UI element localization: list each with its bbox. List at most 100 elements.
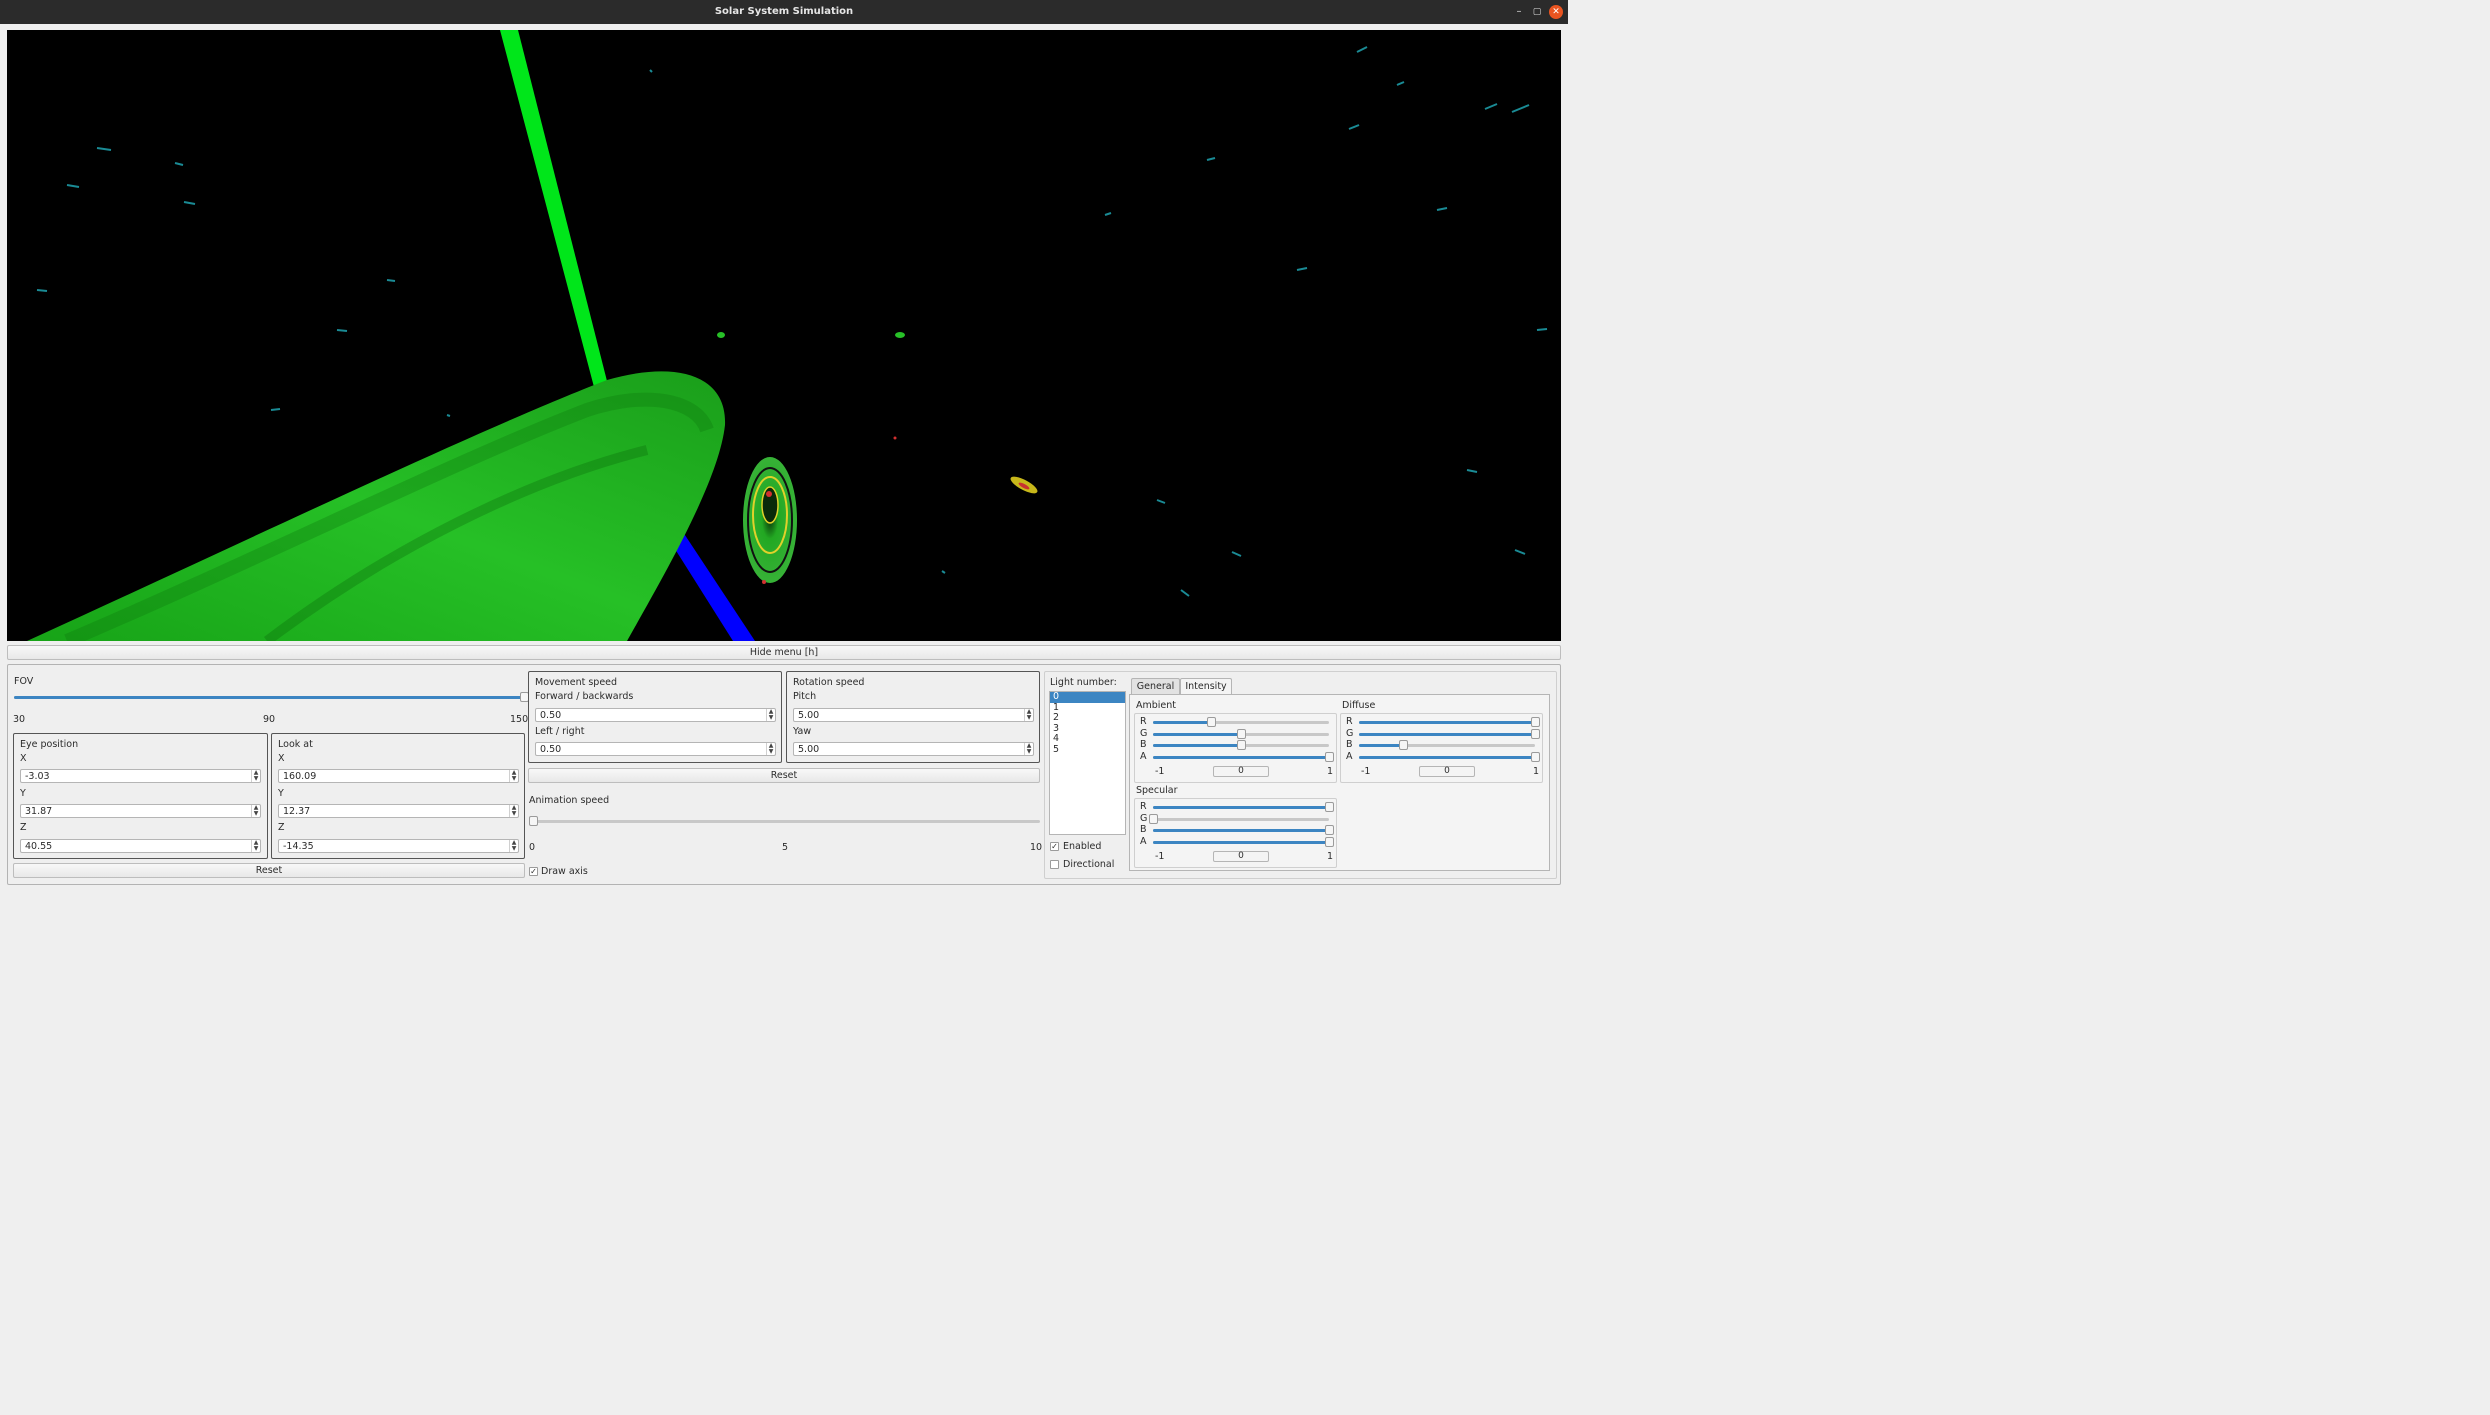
animation-speed-slider[interactable]: [529, 816, 1040, 826]
spin-arrows-icon[interactable]: ▲ ▼: [766, 743, 775, 755]
spin-arrows-icon[interactable]: ▲ ▼: [1024, 709, 1033, 721]
diffuse-box: R G B A -1 0 1: [1340, 713, 1543, 783]
slider-fill: [1359, 721, 1535, 724]
intensity-tab-page: Ambient R G B A -1 0 1 Diffuse R G B A -1 0 1 Specul…: [1129, 694, 1550, 871]
diffuse-b-slider[interactable]: [1359, 740, 1535, 750]
diffuse-a-label: A: [1346, 750, 1353, 762]
eye-position-title: Eye position: [20, 739, 79, 750]
directional-label: Directional: [1063, 859, 1115, 870]
fov-slider[interactable]: [14, 692, 529, 702]
light-list-item[interactable]: 0: [1050, 691, 1125, 703]
directional-checkbox[interactable]: [1050, 860, 1059, 869]
render-viewport[interactable]: [7, 30, 1561, 641]
fov-mid-label: 90: [263, 714, 276, 725]
light-list-item[interactable]: 2: [1050, 713, 1125, 724]
slider-handle[interactable]: [1325, 836, 1334, 847]
look-at-title: Look at: [278, 739, 313, 750]
specular-g-slider[interactable]: [1149, 813, 1329, 824]
specular-r-slider[interactable]: [1153, 802, 1334, 812]
hide-menu-button[interactable]: Hide menu [h]: [7, 645, 1561, 660]
eye-y-spinbox[interactable]: 31.87 ▲ ▼: [20, 804, 261, 818]
diffuse-a-slider[interactable]: [1359, 751, 1540, 762]
pitch-spinbox[interactable]: 5.00 ▲ ▼: [793, 708, 1034, 722]
ambient-g-slider[interactable]: [1153, 728, 1329, 739]
camera-reset-button[interactable]: Reset: [13, 863, 525, 878]
slider-handle[interactable]: [1237, 740, 1246, 750]
ambient-a-slider[interactable]: [1153, 751, 1334, 762]
enabled-checkbox[interactable]: ✓: [1050, 842, 1059, 851]
forward-backwards-label: Forward / backwards: [535, 691, 634, 702]
ambient-b-label: B: [1140, 739, 1147, 750]
slider-fill: [1359, 755, 1535, 759]
movement-speed-group: Movement speed Forward / backwards 0.50 ▲…: [528, 671, 782, 763]
slider-handle[interactable]: [1325, 825, 1334, 835]
spin-arrows-icon[interactable]: ▲ ▼: [509, 840, 518, 852]
eye-z-spinbox[interactable]: 40.55 ▲ ▼: [20, 839, 261, 853]
window-title: Solar System Simulation: [714, 6, 854, 17]
left-right-label: Left / right: [535, 726, 585, 737]
close-icon[interactable]: ✕: [1549, 5, 1563, 19]
animation-max-label: 10: [1030, 842, 1043, 853]
eye-z-label: Z: [20, 822, 27, 833]
ambient-g-label: G: [1140, 727, 1148, 739]
draw-axis-checkbox[interactable]: ✓: [529, 867, 538, 876]
slider-fill: [1153, 755, 1329, 759]
spin-arrows-icon[interactable]: ▲ ▼: [509, 770, 518, 782]
specular-title: Specular: [1136, 785, 1178, 796]
spin-arrows-icon[interactable]: ▲ ▼: [251, 840, 260, 852]
specular-r-label: R: [1140, 801, 1147, 812]
enabled-label: Enabled: [1063, 841, 1102, 852]
tab-general[interactable]: General: [1131, 678, 1180, 695]
slider-handle[interactable]: [1531, 717, 1540, 727]
diffuse-g-slider[interactable]: [1359, 728, 1540, 739]
spin-arrows-icon[interactable]: ▲ ▼: [251, 805, 260, 817]
diffuse-g-label: G: [1346, 727, 1354, 739]
light-list-item[interactable]: 5: [1050, 744, 1125, 756]
specular-b-label: B: [1140, 824, 1147, 835]
light-number-list[interactable]: 012345: [1049, 691, 1126, 835]
ambient-r-slider[interactable]: [1153, 717, 1329, 727]
diffuse-title: Diffuse: [1342, 700, 1376, 711]
specular-b-slider[interactable]: [1153, 825, 1334, 835]
eye-x-label: X: [20, 753, 27, 764]
spin-arrows-icon[interactable]: ▲ ▼: [509, 805, 518, 817]
slider-handle[interactable]: [1531, 751, 1540, 762]
specular-a-slider[interactable]: [1153, 836, 1334, 847]
specular-zero-button[interactable]: 0: [1213, 851, 1269, 862]
left-right-spinbox[interactable]: 0.50 ▲ ▼: [535, 742, 776, 756]
eye-y-label: Y: [20, 788, 26, 799]
slider-handle[interactable]: [1207, 717, 1217, 727]
light-list-item[interactable]: 3: [1050, 723, 1125, 735]
slider-handle[interactable]: [1531, 728, 1540, 739]
forward-backwards-spinbox[interactable]: 0.50 ▲ ▼: [535, 708, 776, 722]
slider-handle[interactable]: [1325, 751, 1334, 762]
specular-max-label: 1: [1327, 851, 1334, 862]
ambient-box: R G B A -1 0 1: [1134, 713, 1337, 783]
maximize-icon[interactable]: ▢: [1530, 5, 1544, 19]
yaw-spinbox[interactable]: 5.00 ▲ ▼: [793, 742, 1034, 756]
movement-speed-title: Movement speed: [535, 677, 618, 688]
ambient-zero-button[interactable]: 0: [1213, 766, 1269, 777]
spin-arrows-icon[interactable]: ▲ ▼: [766, 709, 775, 721]
slider-handle[interactable]: [1399, 740, 1408, 750]
slider-handle[interactable]: [1325, 802, 1334, 812]
slider-handle[interactable]: [1237, 728, 1246, 739]
animation-slider-handle[interactable]: [529, 816, 538, 826]
diffuse-r-slider[interactable]: [1359, 717, 1540, 727]
look-z-spinbox[interactable]: -14.35 ▲ ▼: [278, 839, 519, 853]
slider-handle[interactable]: [1149, 813, 1158, 824]
ambient-b-slider[interactable]: [1153, 740, 1329, 750]
minimize-icon[interactable]: –: [1512, 5, 1526, 19]
rotation-speed-title: Rotation speed: [793, 677, 865, 688]
spin-arrows-icon[interactable]: ▲ ▼: [1024, 743, 1033, 755]
pitch-label: Pitch: [793, 691, 817, 702]
look-x-spinbox[interactable]: 160.09 ▲ ▼: [278, 769, 519, 783]
look-y-spinbox[interactable]: 12.37 ▲ ▼: [278, 804, 519, 818]
spin-arrows-icon[interactable]: ▲ ▼: [251, 770, 260, 782]
light-list-item[interactable]: 4: [1050, 734, 1125, 745]
eye-x-spinbox[interactable]: -3.03 ▲ ▼: [20, 769, 261, 783]
speed-reset-button[interactable]: Reset: [528, 768, 1040, 783]
light-list-item[interactable]: 1: [1050, 702, 1125, 714]
ambient-title: Ambient: [1136, 700, 1177, 711]
diffuse-zero-button[interactable]: 0: [1419, 766, 1475, 777]
